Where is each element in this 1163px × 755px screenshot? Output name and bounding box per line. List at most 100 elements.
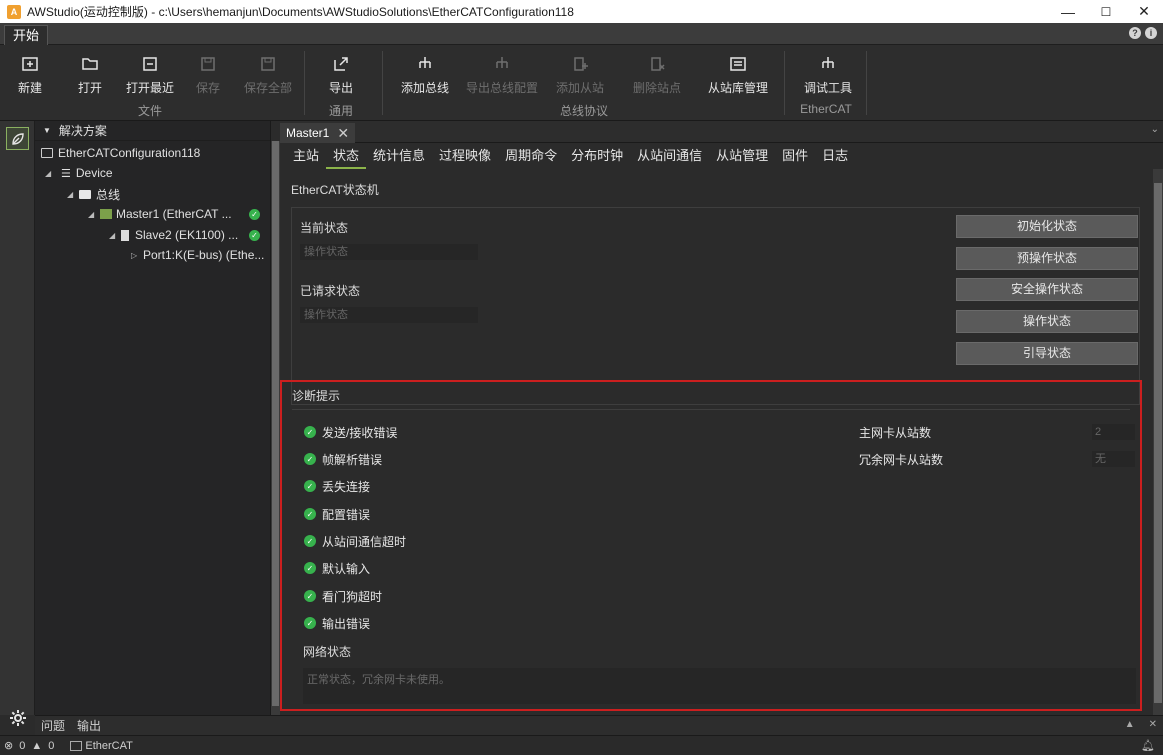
- open-button[interactable]: 打开: [78, 55, 102, 96]
- export-button[interactable]: 导出: [329, 55, 353, 96]
- ethercat-group-label: EtherCAT: [800, 102, 852, 116]
- tree-item-master[interactable]: ◢ Master1 (EtherCAT ... ✓: [88, 204, 268, 224]
- slave-library-button[interactable]: 从站库管理: [708, 55, 768, 96]
- tree-item-solution[interactable]: EtherCATConfiguration118: [41, 143, 200, 163]
- chevron-down-icon[interactable]: ⌄: [1151, 124, 1159, 135]
- tab-cyclic-commands[interactable]: 周期命令: [498, 143, 564, 169]
- gear-icon[interactable]: [9, 709, 27, 727]
- tab-slave-management[interactable]: 从站管理: [709, 143, 775, 169]
- tab-issues[interactable]: 问题: [41, 717, 65, 734]
- content-scrollbar[interactable]: [1153, 169, 1163, 715]
- tree-item-slave[interactable]: ◢ Slave2 (EK1100) ... ✓: [109, 225, 268, 245]
- maximize-button[interactable]: ☐: [1087, 0, 1125, 23]
- tab-statistics[interactable]: 统计信息: [366, 143, 432, 169]
- recent-file-icon: [143, 57, 157, 71]
- tab-distributed-clock[interactable]: 分布时钟: [564, 143, 630, 169]
- minimize-button[interactable]: —: [1049, 0, 1087, 23]
- tree-item-bus[interactable]: ◢ 总线: [67, 184, 120, 204]
- chevron-up-icon[interactable]: ▲: [1125, 719, 1135, 730]
- tab-master1[interactable]: Master1 ✕: [280, 123, 356, 143]
- leaf-icon: [11, 132, 24, 145]
- slave-icon: [121, 229, 129, 241]
- add-bus-button[interactable]: 添加总线: [401, 55, 449, 96]
- new-button[interactable]: 新建: [18, 55, 42, 96]
- close-tab-icon[interactable]: ✕: [337, 123, 349, 143]
- tab-output[interactable]: 输出: [77, 717, 101, 734]
- export-bus-config-button[interactable]: 导出总线配置: [466, 55, 538, 96]
- status-content: EtherCAT状态机 当前状态 操作状态 已请求状态 操作状态 初始化状态 预…: [280, 171, 1150, 711]
- main-nic-slaves-field: 2: [1092, 424, 1135, 440]
- diag-item: ✓ 配置错误: [304, 506, 370, 522]
- divider: [292, 409, 1130, 410]
- solution-scrollbar[interactable]: [271, 141, 280, 715]
- warning-count: 0: [48, 739, 55, 752]
- delete-station-button[interactable]: 删除站点: [633, 55, 681, 96]
- ribbon-separator: [866, 51, 867, 115]
- collapse-icon: ▷: [131, 250, 138, 260]
- menu-bar: 开始 ? i: [0, 23, 1163, 45]
- export-bus-config-icon: [496, 57, 508, 68]
- diag-item: ✓ 发送/接收错误: [304, 424, 397, 440]
- safeop-state-button[interactable]: 安全操作状态: [956, 278, 1138, 301]
- requested-state-field: 操作状态: [300, 307, 478, 323]
- folder-icon: [79, 189, 91, 199]
- solution-explorer: ▼ 解决方案 EtherCATConfiguration118 ◢ ☰ Devi…: [35, 121, 271, 715]
- ok-status-icon: ✓: [249, 229, 260, 241]
- new-file-icon: [22, 57, 38, 71]
- ethercat-status[interactable]: EtherCAT: [70, 740, 133, 752]
- ok-status-icon: ✓: [304, 480, 316, 492]
- init-state-button[interactable]: 初始化状态: [956, 215, 1138, 238]
- tab-log[interactable]: 日志: [815, 143, 855, 169]
- ribbon-separator: [784, 51, 785, 115]
- bottom-panel-tabs: 问题 输出 ▲ ✕: [35, 715, 1163, 735]
- save-all-button[interactable]: 保存全部: [244, 55, 292, 96]
- add-slave-button[interactable]: 添加从站: [556, 55, 604, 96]
- open-recent-button[interactable]: 打开最近: [126, 55, 174, 96]
- close-button[interactable]: ✕: [1125, 0, 1163, 23]
- op-state-button[interactable]: 操作状态: [956, 310, 1138, 333]
- diag-item: ✓ 默认输入: [304, 560, 370, 576]
- diag-item: ✓ 丢失连接: [304, 478, 370, 494]
- error-icon[interactable]: ⊗: [4, 739, 13, 752]
- preop-state-button[interactable]: 预操作状态: [956, 247, 1138, 270]
- tab-master[interactable]: 主站: [286, 143, 326, 169]
- ok-status-icon: ✓: [304, 617, 316, 629]
- info-icon[interactable]: i: [1145, 27, 1157, 39]
- warning-icon[interactable]: ▲: [31, 740, 42, 752]
- solution-header[interactable]: ▼ 解决方案: [35, 121, 270, 141]
- panel-controls: ▲ ✕: [1125, 719, 1157, 730]
- diag-item: ✓ 帧解析错误: [304, 451, 382, 467]
- tab-process-image[interactable]: 过程映像: [432, 143, 498, 169]
- collapse-icon: ▼: [43, 126, 51, 135]
- tab-status[interactable]: 状态: [326, 143, 367, 169]
- debug-tool-button[interactable]: 调试工具: [804, 55, 852, 96]
- network-status-field: 正常状态，冗余网卡未使用。: [303, 668, 1136, 704]
- solution-explorer-toggle[interactable]: [6, 127, 29, 150]
- tree-item-device[interactable]: ◢ ☰ Device: [45, 163, 113, 183]
- tree-item-port[interactable]: ▷ Port1:K(E-bus) (Ethe...: [131, 245, 264, 265]
- network-icon: [70, 740, 83, 751]
- ok-status-icon: ✓: [249, 208, 260, 220]
- close-panel-icon[interactable]: ✕: [1149, 719, 1157, 730]
- scrollbar-thumb[interactable]: [272, 141, 279, 706]
- diagnostics-title: 诊断提示: [292, 389, 341, 403]
- current-state-field: 操作状态: [300, 244, 478, 260]
- error-count: 0: [19, 739, 26, 752]
- tab-firmware[interactable]: 固件: [775, 143, 815, 169]
- help-icon[interactable]: ?: [1129, 27, 1141, 39]
- boot-state-button[interactable]: 引导状态: [956, 342, 1138, 365]
- title-bar: A AWStudio(运动控制版) - c:\Users\hemanjun\Do…: [0, 0, 1163, 23]
- ok-status-icon: ✓: [304, 508, 316, 520]
- ribbon-toolbar: 新建 打开 打开最近 保存 保存全部 文件 导出 通用 添加总线 导出总线配置 …: [0, 45, 1163, 121]
- bell-icon[interactable]: 🔔︎: [1141, 739, 1155, 752]
- scrollbar-thumb[interactable]: [1154, 183, 1162, 703]
- save-all-icon: [261, 57, 275, 71]
- document-area: Master1 ✕ ⌄ 主站 状态 统计信息 过程映像 周期命令 分布时钟 从站…: [280, 121, 1163, 715]
- tab-start[interactable]: 开始: [4, 25, 49, 45]
- document-tabs: Master1 ✕ ⌄: [280, 121, 1163, 143]
- general-group-label: 通用: [328, 104, 353, 118]
- tab-slave-to-slave[interactable]: 从站间通信: [630, 143, 709, 169]
- folder-open-icon: [82, 58, 98, 70]
- ok-status-icon: ✓: [304, 453, 316, 465]
- save-button[interactable]: 保存: [196, 55, 220, 96]
